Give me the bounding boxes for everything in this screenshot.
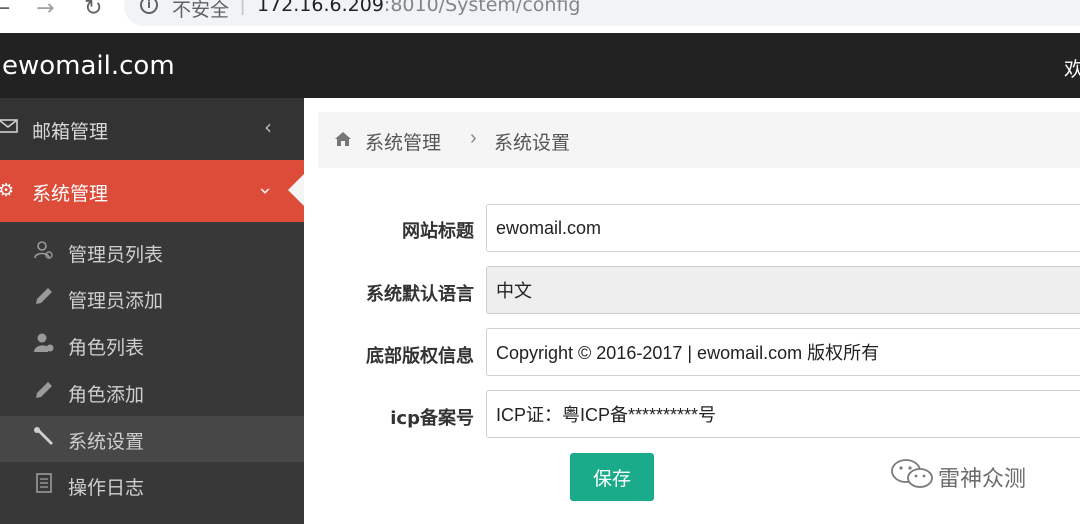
security-status[interactable]: 不安全 xyxy=(172,0,229,22)
breadcrumb: 系统管理 › 系统设置 xyxy=(318,112,1080,168)
reload-icon[interactable]: ↻ xyxy=(84,0,102,21)
forward-arrow-icon[interactable]: → xyxy=(36,0,54,21)
back-arrow-icon[interactable]: ← xyxy=(0,0,10,21)
icp-number-label: icp备案号 xyxy=(390,408,474,429)
url-text[interactable]: 172.16.6.209:8010/System/config xyxy=(257,0,580,16)
watermark-text: 雷神众测 xyxy=(938,467,1027,492)
submenu-item-role-add[interactable]: 角色添加 xyxy=(0,369,304,415)
chevron-down-icon: › xyxy=(254,187,278,195)
url-host: 172.16.6.209 xyxy=(257,0,384,16)
sidebar-item-system[interactable]: ⚙ 系统管理 › xyxy=(0,160,304,222)
submenu-item-label: 角色列表 xyxy=(68,337,145,359)
mail-icon xyxy=(0,118,18,139)
breadcrumb-item-system-management[interactable]: 系统管理 xyxy=(365,128,441,155)
default-language-label: 系统默认语言 xyxy=(366,284,474,305)
submenu-item-operation-log[interactable]: 操作日志 xyxy=(0,462,304,508)
submenu-item-label: 系统设置 xyxy=(68,431,145,453)
site-title-input[interactable] xyxy=(486,204,1080,252)
copyright-label: 底部版权信息 xyxy=(366,346,474,367)
gears-icon: ⚙ xyxy=(0,180,15,201)
chevron-left-icon: ‹ xyxy=(264,115,272,139)
url-path: :8010/System/config xyxy=(383,0,581,16)
user-list-icon xyxy=(33,239,55,266)
submenu-item-admin-list[interactable]: 管理员列表 xyxy=(0,229,304,275)
browser-toolbar: ← → ↻ i 不安全 | 172.16.6.209:8010/System/c… xyxy=(0,0,1080,33)
pencil-icon xyxy=(33,379,55,406)
submenu-item-label: 管理员添加 xyxy=(68,290,164,312)
submenu-item-role-list[interactable]: 角色列表 xyxy=(0,322,304,368)
welcome-text: 欢 xyxy=(1064,57,1080,81)
document-icon xyxy=(33,472,55,499)
app-header: ewomail.com 欢 xyxy=(0,33,1080,98)
breadcrumb-item-system-settings: 系统设置 xyxy=(494,132,571,154)
sidebar-item-mailbox[interactable]: 邮箱管理 ‹ xyxy=(0,98,304,160)
default-language-input[interactable] xyxy=(486,266,1080,314)
active-pointer xyxy=(288,174,304,206)
user-role-icon xyxy=(33,332,55,359)
wrench-icon xyxy=(33,426,55,453)
submenu-item-system-settings[interactable]: 系统设置 xyxy=(0,416,304,462)
url-divider: | xyxy=(240,0,246,16)
pencil-icon xyxy=(33,285,55,312)
submenu-item-admin-add[interactable]: 管理员添加 xyxy=(0,275,304,321)
icp-number-input[interactable] xyxy=(486,390,1080,438)
sidebar-item-label: 系统管理 xyxy=(32,183,109,205)
submenu-system: 管理员列表 管理员添加 角色列表 角色添加 系统设置 操作日志 xyxy=(0,222,304,524)
home-icon[interactable] xyxy=(333,129,353,149)
site-title-label: 网站标题 xyxy=(402,221,474,242)
submenu-item-label: 角色添加 xyxy=(68,384,145,406)
wechat-icon xyxy=(891,459,933,488)
submenu-item-label: 管理员列表 xyxy=(68,244,164,266)
sidebar-item-label: 邮箱管理 xyxy=(32,121,109,143)
copyright-input[interactable] xyxy=(486,328,1080,376)
site-logo[interactable]: ewomail.com xyxy=(2,51,175,81)
submenu-item-label: 操作日志 xyxy=(68,477,145,499)
breadcrumb-separator: › xyxy=(470,127,477,149)
save-button[interactable]: 保存 xyxy=(570,453,654,501)
sidebar: 邮箱管理 ‹ ⚙ 系统管理 › 管理员列表 管理员添加 角色列表 角色添加 系统… xyxy=(0,98,304,524)
